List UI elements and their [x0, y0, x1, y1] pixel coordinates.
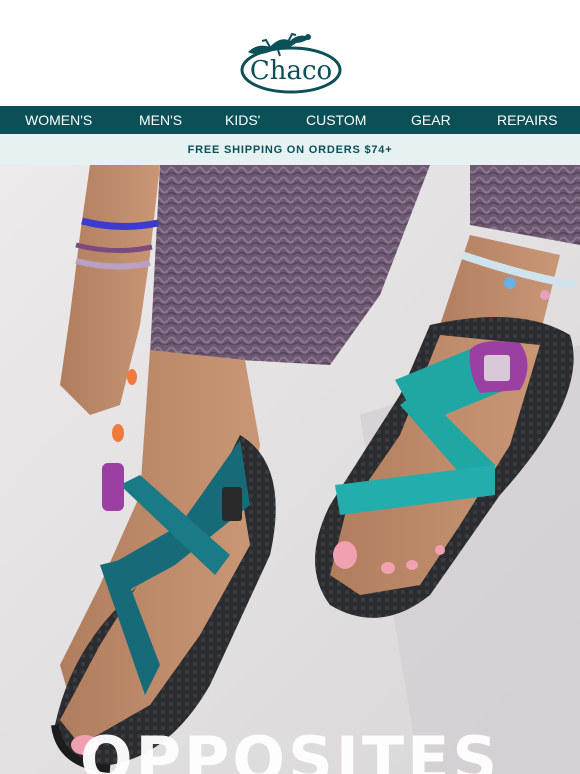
promo-bar[interactable]: FREE SHIPPING ON ORDERS $74+	[0, 134, 580, 165]
nav-item-repairs[interactable]: REPAIRS	[497, 112, 557, 128]
sandal-feet-photo	[0, 165, 580, 774]
hero-headline: OPPOSITES	[79, 723, 501, 774]
nav-item-gear[interactable]: GEAR	[411, 112, 451, 128]
nav-item-kids[interactable]: KIDS'	[225, 112, 260, 128]
nav-item-womens[interactable]: WOMEN'S	[25, 112, 92, 128]
nav-item-custom[interactable]: CUSTOM	[306, 112, 366, 128]
hero-banner[interactable]: OPPOSITES	[0, 165, 580, 774]
chaco-logo: Chaco	[240, 32, 342, 94]
logo-text: Chaco	[250, 56, 332, 86]
promo-text: FREE SHIPPING ON ORDERS $74+	[187, 143, 393, 156]
nav-item-mens[interactable]: MEN'S	[139, 112, 182, 128]
email-header: Chaco	[0, 0, 580, 106]
